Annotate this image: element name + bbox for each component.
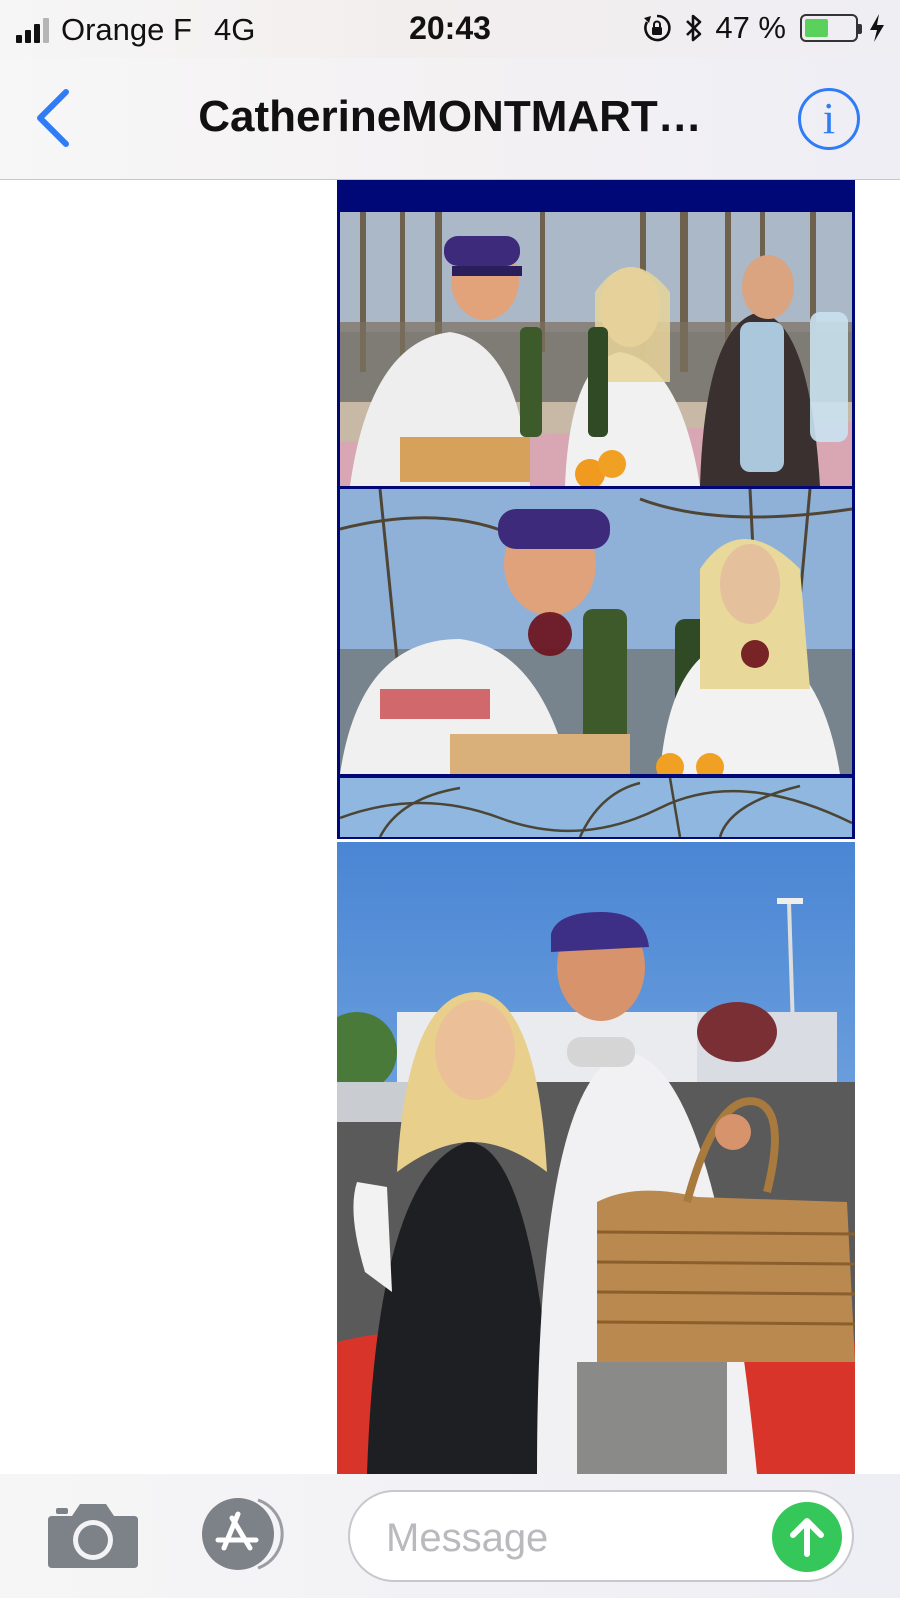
camera-button[interactable] bbox=[46, 1498, 140, 1570]
message-input[interactable] bbox=[384, 1510, 768, 1566]
collage-photo-toast bbox=[340, 489, 852, 774]
collage-photo-branches bbox=[340, 778, 852, 837]
basket-photo bbox=[337, 842, 855, 1474]
message-field[interactable] bbox=[348, 1490, 854, 1582]
battery-icon bbox=[800, 14, 862, 42]
arrow-up-icon bbox=[790, 1518, 824, 1557]
chevron-left-icon bbox=[37, 89, 69, 147]
photo-collage-attachment[interactable] bbox=[337, 180, 855, 839]
status-right: 47 % bbox=[641, 10, 886, 46]
contact-name[interactable]: CatherineMONTMART… bbox=[140, 92, 760, 142]
bluetooth-icon bbox=[686, 14, 702, 42]
message-thread[interactable] bbox=[0, 180, 900, 1474]
battery-percent: 47 % bbox=[715, 10, 786, 45]
status-bar: Orange F 4G 20:43 47 % bbox=[0, 0, 900, 58]
info-button[interactable]: i bbox=[798, 88, 860, 150]
message-compose-bar bbox=[0, 1474, 900, 1598]
charging-bolt-icon bbox=[870, 14, 884, 42]
collage-header-strip bbox=[337, 180, 855, 210]
toast-photo bbox=[340, 489, 852, 774]
info-icon: i bbox=[822, 94, 836, 143]
branches-photo bbox=[340, 778, 852, 837]
rotation-lock-icon bbox=[644, 14, 671, 42]
send-button[interactable] bbox=[772, 1502, 842, 1572]
app-store-icon bbox=[202, 1498, 284, 1570]
collage-photo-picnic-table bbox=[340, 212, 852, 486]
conversation-header: CatherineMONTMART… i bbox=[0, 58, 900, 180]
picnic-table-photo bbox=[340, 212, 852, 486]
apps-button[interactable] bbox=[198, 1496, 298, 1572]
camera-icon bbox=[48, 1504, 138, 1568]
back-button[interactable] bbox=[30, 86, 80, 150]
photo-attachment-basket[interactable] bbox=[337, 842, 855, 1474]
